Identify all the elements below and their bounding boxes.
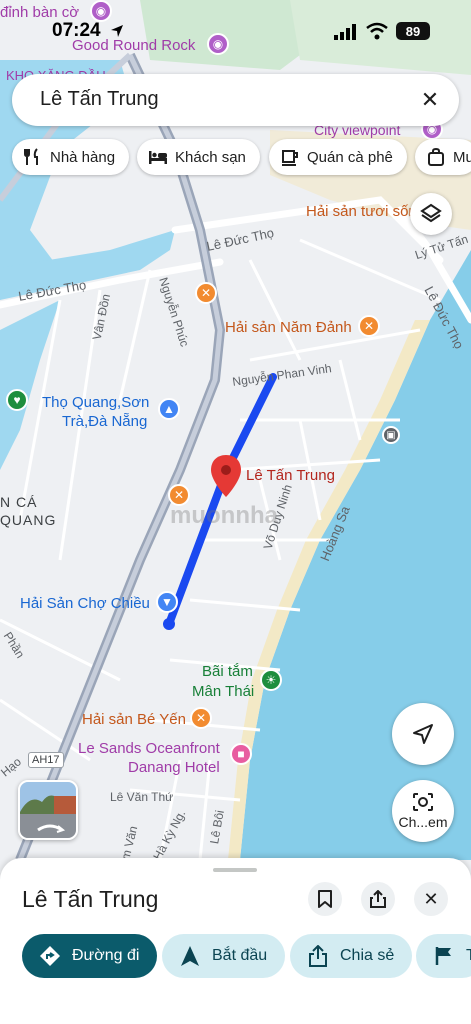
action-label: Chia sẻ xyxy=(340,947,395,964)
my-location-button[interactable] xyxy=(392,703,454,765)
chip-label: Khách sạn xyxy=(175,148,246,166)
poi-label: Hải Sản Chợ Chiều xyxy=(20,595,150,612)
status-bar: 07:24 89 xyxy=(0,0,471,54)
save-button[interactable] xyxy=(308,882,342,916)
poi-label: Trà,Đà Nẵng xyxy=(62,413,148,430)
signal-icon xyxy=(334,24,356,40)
close-icon: ✕ xyxy=(423,888,439,909)
tho-quang-icon[interactable]: ♥ xyxy=(6,389,28,411)
fork-knife-icon xyxy=(22,146,44,168)
poi-label: Hải sản Năm Đảnh xyxy=(225,319,352,336)
chip-label: Quán cà phê xyxy=(307,148,393,166)
layers-icon xyxy=(420,203,442,223)
bus-stop-icon[interactable]: ▣ xyxy=(382,426,400,444)
share-icon xyxy=(370,890,386,908)
poi-label: Thọ Quang,Sơn xyxy=(42,394,150,411)
battery-indicator: 89 xyxy=(396,22,430,40)
chip-cafes[interactable]: Quán cà phê xyxy=(269,139,407,175)
area-label: N CÁ xyxy=(0,494,38,510)
navigation-icon xyxy=(178,944,202,968)
more-action-button[interactable]: T xyxy=(416,934,471,978)
le-sands-icon[interactable]: ■ xyxy=(230,743,252,765)
drag-handle[interactable] xyxy=(213,868,257,872)
place-sheet[interactable]: Lê Tấn Trung ✕ Đường đi Bắt đầu Chia sẻ xyxy=(0,858,471,1024)
chip-label: Mu xyxy=(453,148,471,166)
share-icon xyxy=(306,944,330,968)
action-label: T xyxy=(466,947,471,964)
poi-label: Hải sản Bé Yến xyxy=(82,711,186,728)
shopping-bag-icon xyxy=(425,146,447,168)
street-view-image xyxy=(20,782,76,838)
action-label: Bắt đầu xyxy=(212,947,268,964)
destination-pin-icon[interactable] xyxy=(211,455,241,497)
poi-label: Le Sands Oceanfront xyxy=(78,740,220,757)
bai-tam-icon[interactable]: ☀ xyxy=(260,669,282,691)
close-button[interactable]: ✕ xyxy=(414,882,448,916)
highway-shield: AH17 xyxy=(28,752,64,768)
poi-label: Danang Hotel xyxy=(128,759,220,776)
camera-search-button[interactable]: Ch...em xyxy=(392,780,454,842)
location-arrow-icon xyxy=(111,25,123,37)
hai-san-nam-danh-icon[interactable]: ✕ xyxy=(358,315,380,337)
share-button[interactable] xyxy=(361,882,395,916)
shopping-icon[interactable]: ▲ xyxy=(158,398,180,420)
chip-shopping[interactable]: Mu xyxy=(415,139,471,175)
coffee-cup-icon xyxy=(279,146,301,168)
road-label: Lê Văn Thứ xyxy=(110,790,174,804)
layers-button[interactable] xyxy=(410,193,452,235)
action-label: Đường đi xyxy=(72,947,140,964)
wifi-icon xyxy=(366,22,388,40)
share-action-button[interactable]: Chia sẻ xyxy=(290,934,413,978)
search-bar[interactable]: Lê Tấn Trung ✕ xyxy=(12,74,459,126)
navigation-arrow-icon xyxy=(413,724,433,744)
watermark: muonnha xyxy=(170,502,278,529)
chip-restaurants[interactable]: Nhà hàng xyxy=(12,139,130,175)
street-view-thumbnail[interactable] xyxy=(18,780,78,840)
camera-icon xyxy=(413,793,433,811)
chip-label: Nhà hàng xyxy=(50,148,116,166)
directions-icon xyxy=(38,944,62,968)
place-title: Lê Tấn Trung xyxy=(22,886,159,912)
flag-icon xyxy=(432,944,456,968)
close-icon[interactable]: ✕ xyxy=(415,85,445,115)
directions-button[interactable]: Đường đi xyxy=(22,934,158,978)
poi-label: Bãi tắm xyxy=(202,663,253,680)
start-button[interactable]: Bắt đầu xyxy=(162,934,286,978)
search-query[interactable]: Lê Tấn Trung xyxy=(40,88,159,111)
hai-san-be-yen-icon[interactable]: ✕ xyxy=(190,707,212,729)
poi-label: Mân Thái xyxy=(192,683,255,700)
pin-label: Lê Tấn Trung xyxy=(246,467,335,484)
bookmark-icon xyxy=(318,890,332,908)
restaurant-icon[interactable]: ✕ xyxy=(195,282,217,304)
status-time: 07:24 xyxy=(52,20,101,41)
chip-hotels[interactable]: Khách sạn xyxy=(137,139,260,175)
bed-icon xyxy=(147,146,169,168)
area-label: QUANG xyxy=(0,512,57,528)
camera-button-label: Ch...em xyxy=(398,814,448,830)
hai-san-cho-chieu-icon[interactable]: ▼ xyxy=(156,591,178,613)
